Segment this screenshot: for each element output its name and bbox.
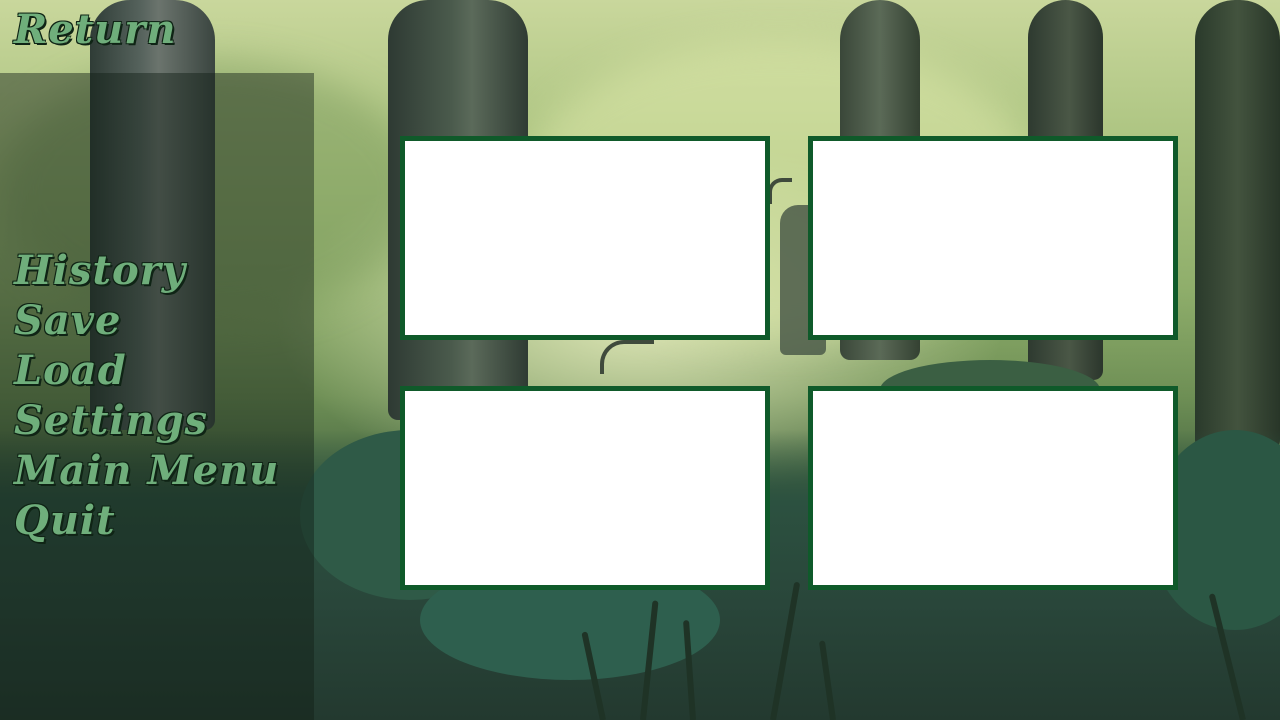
menu-item-load[interactable]: Load xyxy=(14,346,279,396)
return-button[interactable]: Return xyxy=(14,6,176,54)
save-slot-2[interactable] xyxy=(808,136,1178,340)
menu-item-save[interactable]: Save xyxy=(14,296,279,346)
deer-antler xyxy=(600,340,654,374)
deer-antler xyxy=(768,178,792,204)
save-slot-4[interactable] xyxy=(808,386,1178,590)
menu-item-main-menu[interactable]: Main Menu xyxy=(14,446,279,496)
menu-item-settings[interactable]: Settings xyxy=(14,396,279,446)
save-slot-1[interactable] xyxy=(400,136,770,340)
save-slot-3[interactable] xyxy=(400,386,770,590)
menu-item-history[interactable]: History xyxy=(14,246,279,296)
tree-trunk xyxy=(1195,0,1280,450)
game-menu: History Save Load Settings Main Menu Qui… xyxy=(14,246,279,546)
menu-item-quit[interactable]: Quit xyxy=(14,496,279,546)
